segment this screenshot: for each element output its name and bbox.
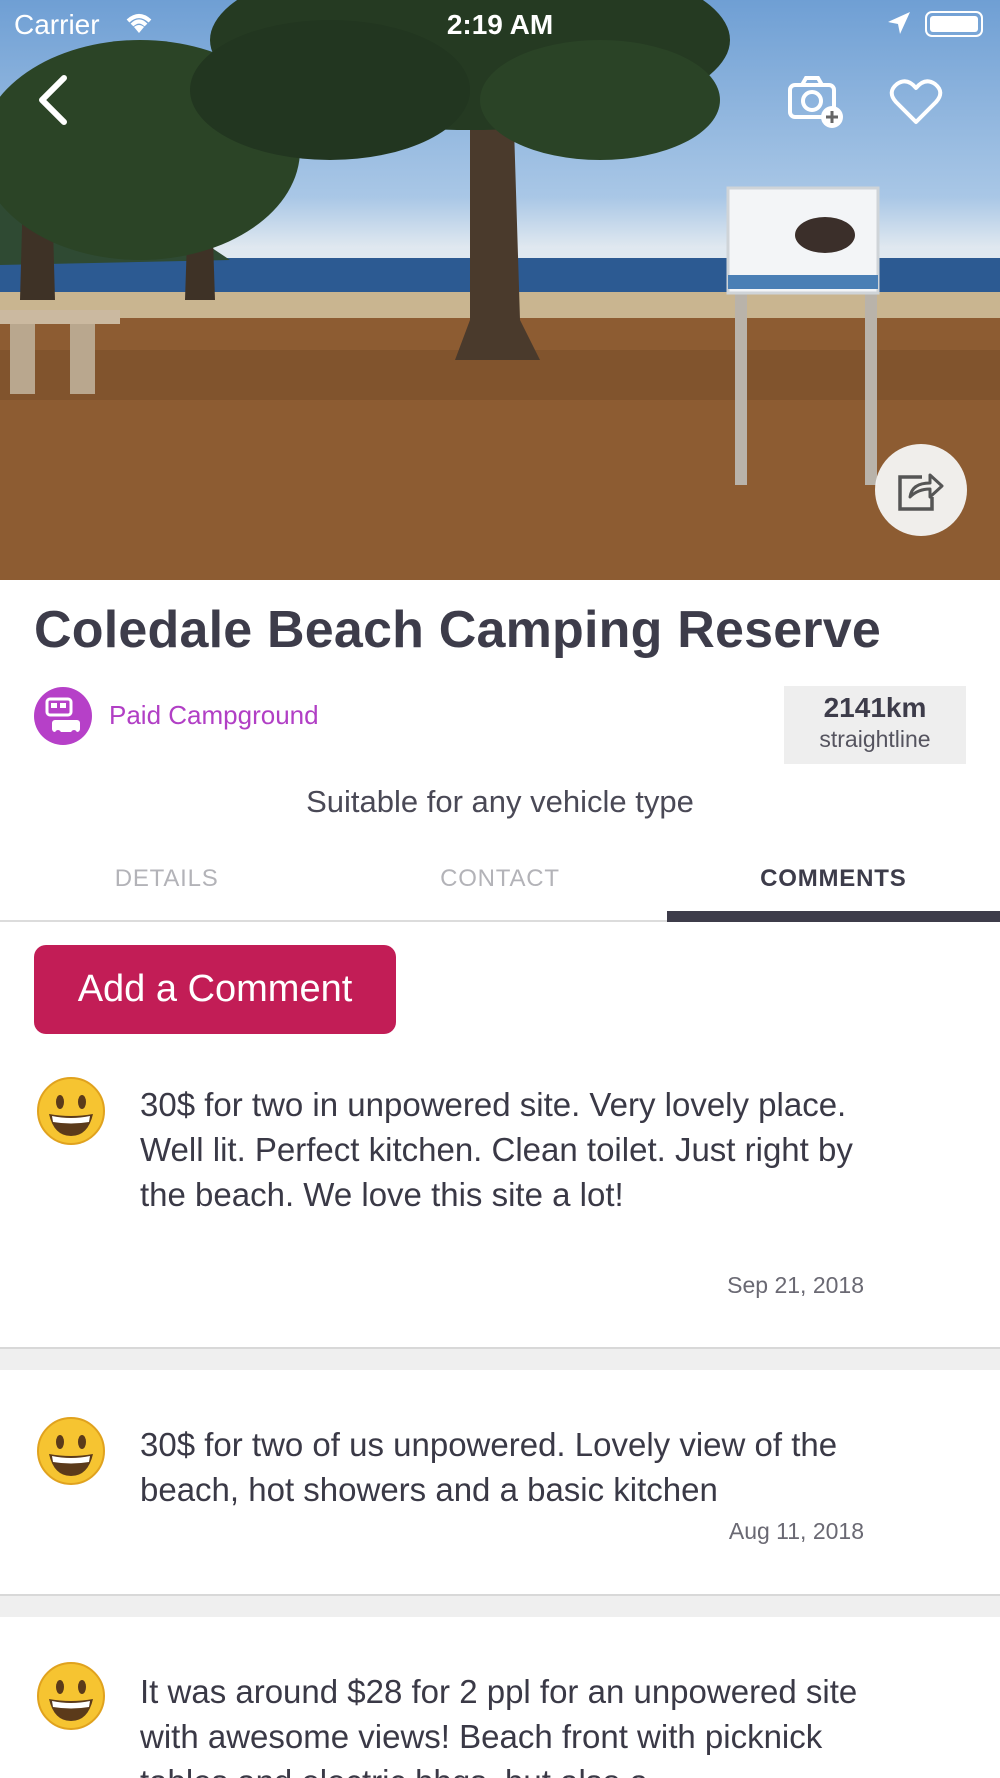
campground-type: Paid Campground	[109, 700, 319, 730]
beach-scene-illustration	[0, 0, 1000, 580]
comment-item: 30$ for two in unpowered site. Very love…	[0, 1060, 1000, 1345]
tab-comments[interactable]: COMMENTS	[666, 850, 1000, 922]
comment-date: Sep 21, 2018	[727, 1272, 864, 1298]
grinning-face-icon	[37, 1662, 105, 1730]
add-photo-button[interactable]	[785, 70, 847, 132]
grinning-face-icon	[37, 1417, 105, 1485]
campground-photo[interactable]	[0, 0, 1000, 580]
tab-details[interactable]: DETAILS	[0, 850, 333, 920]
share-arrow-icon	[898, 473, 944, 511]
place-title: Coledale Beach Camping Reserve	[34, 601, 881, 659]
favorite-button[interactable]	[884, 72, 948, 132]
heart-icon	[889, 79, 943, 124]
comment-item: It was around $28 for 2 ppl for an unpow…	[0, 1619, 1000, 1778]
back-button[interactable]	[28, 70, 78, 130]
distance-badge: 2141km straightline	[784, 686, 966, 764]
comment-text: 30$ for two of us unpowered. Lovely view…	[140, 1426, 838, 1508]
comment-divider	[0, 1347, 1000, 1370]
comment-text: 30$ for two in unpowered site. Very love…	[140, 1086, 853, 1213]
chevron-left-icon	[39, 75, 67, 125]
comment-date: Aug 11, 2018	[728, 1518, 864, 1544]
vehicle-suitability: Suitable for any vehicle type	[306, 784, 694, 819]
campervan-icon	[34, 687, 92, 745]
comment-divider	[0, 1594, 1000, 1617]
camera-add-icon	[788, 76, 843, 128]
comment-text: It was around $28 for 2 ppl for an unpow…	[140, 1673, 858, 1778]
status-bar: Carrier 2:19 AM	[0, 0, 1000, 50]
clock-time: 2:19 AM	[446, 9, 554, 40]
add-comment-button[interactable]: Add a Comment	[34, 945, 396, 1034]
grinning-face-icon	[37, 1077, 105, 1145]
distance-note: straightline	[819, 726, 931, 752]
battery-icon	[925, 11, 983, 37]
distance-value: 2141km	[823, 692, 927, 723]
share-button[interactable]	[875, 444, 967, 536]
tab-bar: DETAILS CONTACT COMMENTS	[0, 850, 1000, 922]
comment-item: 30$ for two of us unpowered. Lovely view…	[0, 1372, 1000, 1592]
location-arrow-icon	[886, 10, 912, 43]
tab-contact[interactable]: CONTACT	[333, 850, 666, 920]
